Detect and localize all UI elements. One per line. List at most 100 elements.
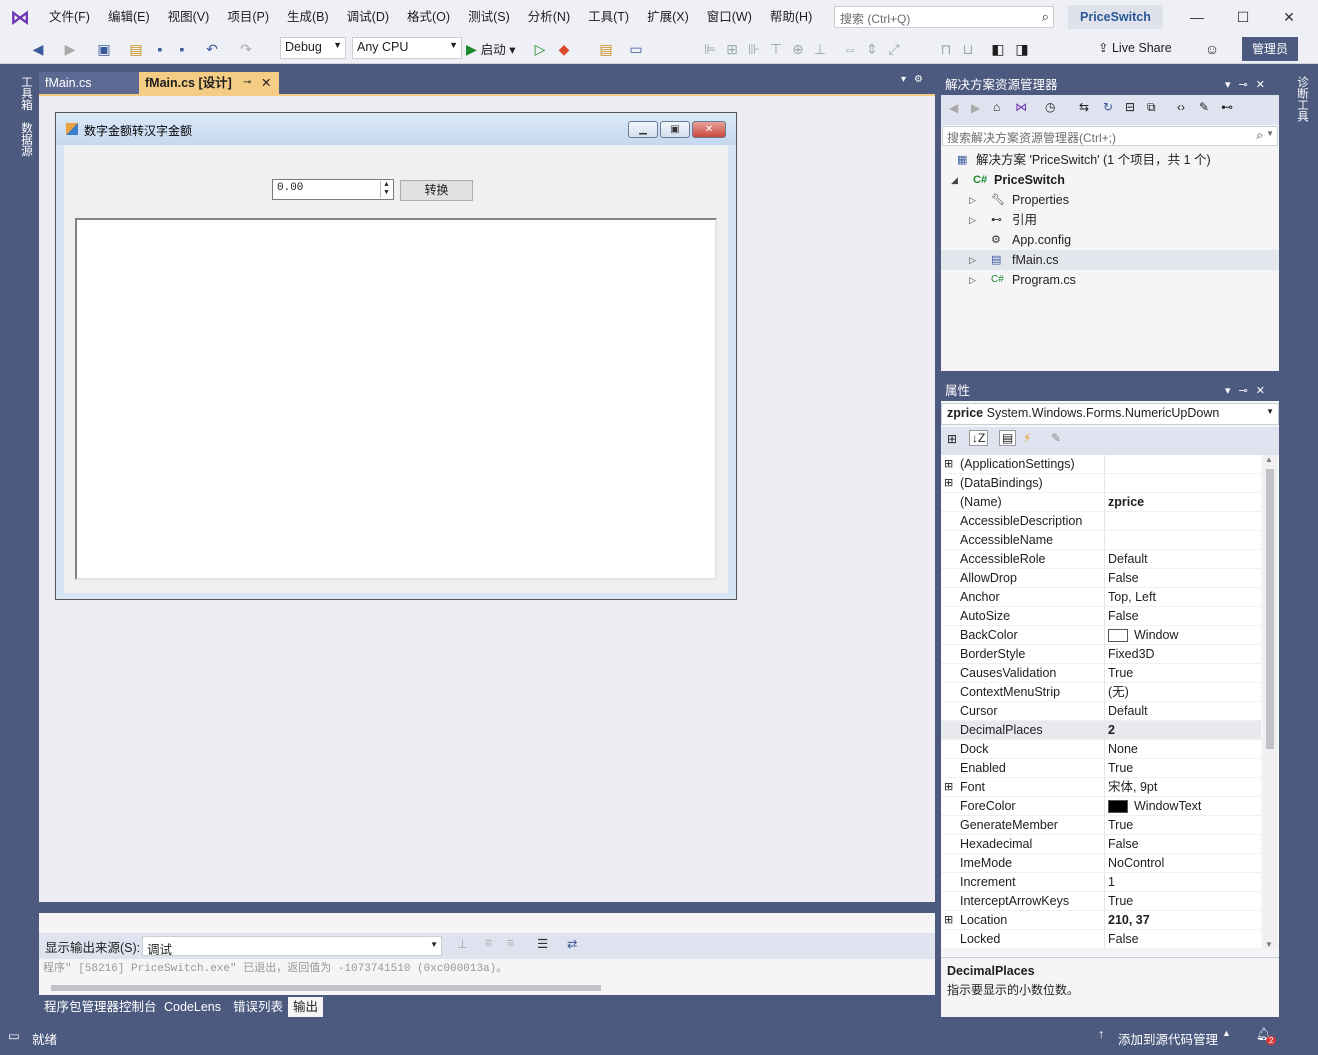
add-to-source-control-button[interactable]: 添加到源代码管理 [1118,1029,1218,1048]
property-value[interactable]: False [1108,607,1139,626]
feedback-icon[interactable]: ☺ [1202,39,1222,59]
tree-item-app-config[interactable]: ⚙ App.config [941,230,1279,250]
scroll-thumb[interactable] [51,985,601,991]
make-same-height-icon[interactable]: ⇕ [862,39,882,59]
property-value[interactable]: 210, 37 [1108,911,1150,930]
property-row[interactable]: Hexadecimal False [941,835,1261,854]
property-value[interactable]: Fixed3D [1108,645,1155,664]
property-row[interactable]: AccessibleDescription [941,512,1261,531]
global-search-input[interactable]: 搜索 (Ctrl+Q) ⌕ [834,6,1054,28]
properties-wrench-icon[interactable]: ✎ [1199,100,1209,114]
property-row[interactable]: (Name) zprice [941,493,1261,512]
save-all-icon[interactable]: ▪ [172,39,192,59]
property-row[interactable]: BorderStyle Fixed3D [941,645,1261,664]
property-value[interactable]: True [1108,664,1133,683]
property-value[interactable]: True [1108,892,1133,911]
center-vertically-icon[interactable]: ⊔ [958,39,978,59]
prev-message-icon[interactable]: ≡ [485,936,492,950]
navigate-forward-icon[interactable]: ▶ [60,39,80,59]
make-same-width-icon[interactable]: ⇔ [840,39,860,59]
forward-icon[interactable]: ▶ [971,101,980,115]
designed-form-window[interactable]: 数字金额转汉字金额 ▁ ▣ ✕ 0.00 ▲ ▼ 转换 [55,112,737,600]
property-value[interactable]: 2 [1108,721,1115,740]
admin-badge[interactable]: 管理员 [1242,37,1298,61]
tab-fmain-code[interactable]: fMain.cs [39,72,139,94]
property-row[interactable]: BackColor Window [941,626,1261,645]
properties-view-icon[interactable]: ▤ [999,430,1017,446]
minimize-window-button[interactable]: — [1174,0,1220,34]
align-centers-icon[interactable]: ⊞ [722,39,742,59]
tab-package-manager-console[interactable]: 程序包管理器控制台 [39,997,162,1017]
tree-item-solution[interactable]: ▦ 解决方案 'PriceSwitch' (1 个项目，共 1 个) [941,150,1279,170]
center-horizontally-icon[interactable]: ⊓ [936,39,956,59]
align-rights-icon[interactable]: ⊪ [744,39,764,59]
save-icon[interactable]: ▪ [150,39,170,59]
undo-icon[interactable]: ↶ [202,39,222,59]
open-file-icon[interactable]: ▤ [126,39,146,59]
maximize-window-button[interactable]: ☐ [1220,0,1266,34]
diagnostics-tools-tab[interactable]: 诊断工具 [1286,72,1310,126]
browse-folder-icon[interactable]: ▤ [596,39,616,59]
preview-selected-icon[interactable]: ⊷ [1221,100,1233,114]
send-to-back-icon[interactable]: ◨ [1012,39,1032,59]
start-without-debugging-icon[interactable]: ▷ [530,39,550,59]
collapse-all-icon[interactable]: ⊟ [1125,100,1135,114]
collapsed-triangle-icon[interactable]: ▷ [969,270,976,290]
menu-analyze[interactable]: 分析(N) [519,0,579,34]
scroll-down-icon[interactable]: ▼ [1265,940,1273,949]
property-row[interactable]: InterceptArrowKeys True [941,892,1261,911]
menu-build[interactable]: 生成(B) [278,0,338,34]
menu-edit[interactable]: 编辑(E) [99,0,159,34]
output-source-select[interactable]: 调试 ▼ [142,936,442,957]
collapsed-triangle-icon[interactable]: ▷ [969,190,976,210]
menu-format[interactable]: 格式(O) [398,0,459,34]
property-value[interactable]: (无) [1108,683,1129,702]
property-value[interactable]: False [1108,835,1139,854]
property-row[interactable]: CausesValidation True [941,664,1261,683]
data-sources-tab[interactable]: 数据源 [10,118,34,161]
menu-debug[interactable]: 调试(D) [338,0,398,34]
expand-plus-icon[interactable]: ⊞ [944,911,953,930]
tree-item-project[interactable]: ◢ C# PriceSwitch [941,170,1279,190]
panel-controls-icon[interactable]: ▾⊸✕ [1225,381,1273,401]
menu-extensions[interactable]: 扩展(X) [638,0,698,34]
property-value[interactable]: 1 [1108,873,1115,892]
property-row[interactable]: ContextMenuStrip (无) [941,683,1261,702]
pending-changes-filter-icon[interactable]: ◷ [1045,100,1055,114]
property-row[interactable]: ForeColor WindowText [941,797,1261,816]
categorized-icon[interactable]: ⊞ [947,432,957,446]
property-value[interactable]: Default [1108,702,1148,721]
property-row[interactable]: Locked False [941,930,1261,949]
output-horizontal-scrollbar[interactable] [43,983,913,993]
make-same-size-icon[interactable]: ⤢ [884,39,904,59]
menu-tools[interactable]: 工具(T) [579,0,638,34]
property-row[interactable]: DecimalPlaces 2 [941,721,1261,740]
events-lightning-icon[interactable]: ⚡ [1023,431,1031,445]
property-row[interactable]: ⊞ (ApplicationSettings) [941,455,1261,474]
scroll-up-icon[interactable]: ▲ [1265,455,1273,464]
tree-item-program[interactable]: ▷ C# Program.cs [941,270,1279,290]
property-value[interactable]: True [1108,759,1133,778]
property-row[interactable]: AutoSize False [941,607,1261,626]
property-value[interactable]: Window [1108,626,1178,645]
property-row[interactable]: ImeMode NoControl [941,854,1261,873]
property-row[interactable]: Cursor Default [941,702,1261,721]
property-pages-icon[interactable]: ✎ [1051,431,1061,445]
refresh-icon[interactable]: ↻ [1103,100,1113,114]
tab-error-list[interactable]: 错误列表 [228,997,288,1017]
bring-to-front-icon[interactable]: ◧ [988,39,1008,59]
property-row[interactable]: Anchor Top, Left [941,588,1261,607]
property-value[interactable]: True [1108,816,1133,835]
tab-output[interactable]: 输出 [288,997,324,1017]
redo-icon[interactable]: ↷ [236,39,256,59]
tree-item-properties[interactable]: ▷ 🔧︎ Properties [941,190,1279,210]
back-icon[interactable]: ◀ [949,101,958,115]
menu-project[interactable]: 项目(P) [218,0,278,34]
toggle-word-wrap-icon[interactable]: ⇄ [567,936,577,951]
solution-platform-select[interactable]: Any CPU ▼ [352,37,462,59]
property-row[interactable]: GenerateMember True [941,816,1261,835]
clear-all-icon[interactable]: ☰ [537,936,548,951]
expand-plus-icon[interactable]: ⊞ [944,455,953,474]
show-all-files-icon[interactable]: ⧉ [1147,100,1156,115]
solution-explorer-search-input[interactable]: 搜索解决方案资源管理器(Ctrl+;) ⌕ ▼ [942,126,1278,146]
